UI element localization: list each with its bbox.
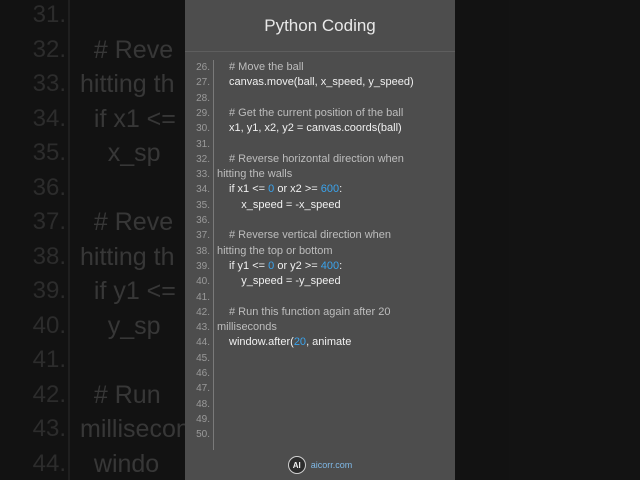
line-code: canvas.move(ball, x_speed, y_speed) — [229, 76, 414, 89]
line-code: x_speed = -x_speed — [229, 198, 341, 211]
line-number: 33. — [196, 169, 210, 181]
code-editor[interactable]: 26. # Move the ball 27. canvas.move(ball, x… — [185, 60, 455, 450]
site-link[interactable]: aicorr.com — [311, 460, 353, 470]
line-number: 49. — [196, 413, 210, 425]
panel-title: Python Coding — [264, 16, 376, 35]
code-line: 48. — [185, 397, 455, 412]
line-code: # Move the ball — [229, 61, 304, 73]
line-number: 42. — [196, 306, 210, 318]
code-text: or y2 >= — [274, 259, 321, 272]
code-line: 36. — [185, 213, 455, 228]
code-line: 46. — [185, 366, 455, 381]
line-number: 43. — [196, 322, 210, 334]
code-line: 29. # Get the current position of the bal… — [185, 106, 455, 121]
line-number: 31. — [196, 138, 210, 150]
line-number: 50. — [196, 429, 210, 441]
line-number: 47. — [196, 383, 210, 395]
code-line: 28. — [185, 91, 455, 106]
code-line: 38. hitting the top or bottom — [185, 244, 455, 259]
code-text: or x2 >= — [274, 183, 321, 196]
line-code: # Get the current position of the ball — [229, 106, 404, 119]
line-number: 37. — [196, 230, 210, 242]
code-line: 45. — [185, 351, 455, 366]
title-divider — [185, 51, 455, 52]
code-line: 35. x_speed = -x_speed — [185, 198, 455, 213]
line-number: 46. — [196, 368, 210, 379]
code-line: 50. — [185, 427, 455, 442]
line-code: # Run this function again after 20 — [229, 305, 391, 318]
line-code: x1, y1, x2, y2 = canvas.coords(ball) — [229, 122, 402, 135]
line-code: # Reverse vertical direction when — [229, 229, 392, 242]
code-line: 31. — [185, 137, 455, 152]
code-line: 42. # Run this function again after 20 — [185, 305, 455, 320]
code-line: 41. — [185, 290, 455, 305]
line-number: 48. — [196, 398, 210, 410]
line-code: if y1 <= 0 or y2 >= 400: — [229, 259, 342, 274]
line-code: window.after(20, animate — [229, 335, 351, 350]
line-number: 30. — [196, 123, 210, 135]
code-text: : — [339, 183, 343, 196]
code-line: 30. x1, y1, x2, y2 = canvas.coords(ball) — [185, 121, 455, 136]
footer: AI aicorr.com — [185, 450, 455, 480]
code-number: 20 — [293, 336, 307, 349]
code-line: 26. # Move the ball — [185, 60, 455, 75]
code-number: 600 — [320, 183, 340, 196]
code-number: 400 — [320, 259, 340, 272]
line-number: 36. — [196, 215, 210, 226]
code-line: 33. hitting the walls — [185, 167, 455, 182]
line-number: 38. — [196, 245, 210, 257]
line-number: 29. — [196, 107, 210, 119]
line-number: 45. — [196, 352, 210, 364]
code-line: 47. — [185, 381, 455, 396]
line-number: 41. — [196, 291, 210, 303]
line-code: hitting the top or bottom — [217, 244, 333, 257]
code-text: : — [339, 259, 343, 272]
line-number: 40. — [196, 276, 210, 288]
line-number: 34. — [196, 184, 210, 196]
line-number: 32. — [196, 153, 210, 165]
code-text: if y1 <= — [229, 259, 269, 272]
line-number: 28. — [196, 92, 210, 104]
line-code: y_speed = -y_speed — [229, 275, 341, 288]
code-line: 49. — [185, 412, 455, 427]
code-line: 37. # Reverse vertical direction when — [185, 228, 455, 243]
code-line: 44. window.after(20, animate — [185, 335, 455, 350]
line-number: 35. — [196, 199, 210, 211]
code-line: 32. # Reverse horizontal direction when — [185, 152, 455, 167]
line-number: 26. — [196, 62, 210, 73]
code-text: , animate — [306, 336, 352, 349]
line-code: hitting the walls — [217, 168, 293, 181]
code-line: 39. if y1 <= 0 or y2 >= 400: — [185, 259, 455, 274]
line-number: 44. — [196, 337, 210, 349]
line-code: if x1 <= 0 or x2 >= 600: — [229, 182, 342, 197]
code-text: if x1 <= — [229, 183, 269, 196]
code-line: 43. milliseconds — [185, 320, 455, 335]
code-text: window.after( — [229, 336, 294, 349]
code-line: 34. if x1 <= 0 or x2 >= 600: — [185, 182, 455, 197]
code-line: 27. canvas.move(ball, x_speed, y_speed) — [185, 75, 455, 90]
code-panel: Python Coding 26. # Move the ball 27. canva… — [185, 0, 455, 480]
line-code: milliseconds — [217, 321, 277, 334]
line-code: # Reverse horizontal direction when — [229, 152, 404, 165]
line-number: 39. — [196, 260, 210, 272]
code-line: 40. y_speed = -y_speed — [185, 274, 455, 289]
line-number: 27. — [196, 77, 210, 89]
aicorr-logo-icon: AI — [287, 456, 306, 474]
